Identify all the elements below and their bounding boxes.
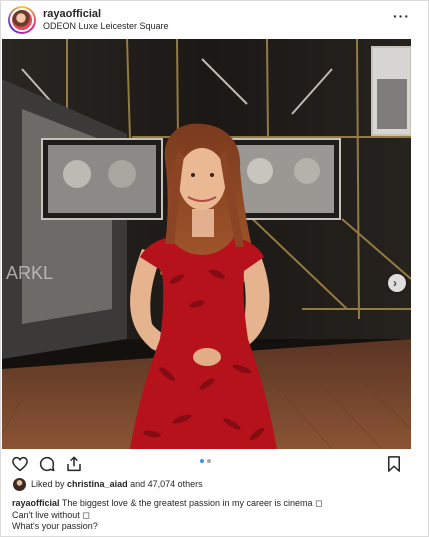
post-photo[interactable]: ARKL › — [2, 39, 411, 449]
caption-line-2: Can't live without ◻ — [12, 509, 90, 520]
chevron-right-icon: › — [393, 276, 397, 290]
carousel-indicator — [200, 459, 214, 465]
comment-icon[interactable] — [38, 455, 56, 473]
more-options-icon[interactable]: ··· — [393, 9, 410, 23]
profile-avatar[interactable] — [8, 6, 36, 34]
likes-count[interactable]: and 47,074 others — [130, 479, 203, 489]
next-photo-button[interactable]: › — [388, 274, 406, 292]
post-header: rayaofficial ODEON Luxe Leicester Square… — [1, 1, 428, 39]
carousel-dot-active — [200, 459, 204, 463]
likes-prefix: Liked by — [31, 479, 65, 489]
post-actions — [1, 451, 428, 477]
liker-username[interactable]: christina_aiad — [67, 479, 128, 489]
caption-line-3: What's your passion? — [12, 521, 98, 531]
share-icon[interactable] — [65, 455, 83, 473]
carousel-dot — [207, 459, 211, 463]
caption-text: The biggest love & the greatest passion … — [61, 498, 323, 508]
location-link[interactable]: ODEON Luxe Leicester Square — [43, 21, 169, 31]
heart-icon[interactable] — [11, 455, 29, 473]
likes-text[interactable]: Liked by christina_aiad and 47,074 other… — [31, 479, 203, 489]
likes-summary: Liked by christina_aiad and 47,074 other… — [13, 477, 413, 493]
post-caption: rayaofficial The biggest love & the grea… — [12, 498, 417, 533]
username-link[interactable]: rayaofficial — [43, 8, 101, 20]
liker-avatar[interactable] — [13, 478, 26, 491]
caption-line-1: rayaofficial The biggest love & the grea… — [12, 498, 417, 510]
instagram-post: rayaofficial ODEON Luxe Leicester Square… — [0, 0, 429, 537]
photo-illustration: ARKL — [2, 39, 411, 449]
caption-username[interactable]: rayaofficial — [12, 498, 60, 508]
avatar-image — [10, 8, 34, 32]
svg-text:ARKL: ARKL — [6, 263, 53, 283]
bookmark-icon[interactable] — [385, 455, 403, 473]
